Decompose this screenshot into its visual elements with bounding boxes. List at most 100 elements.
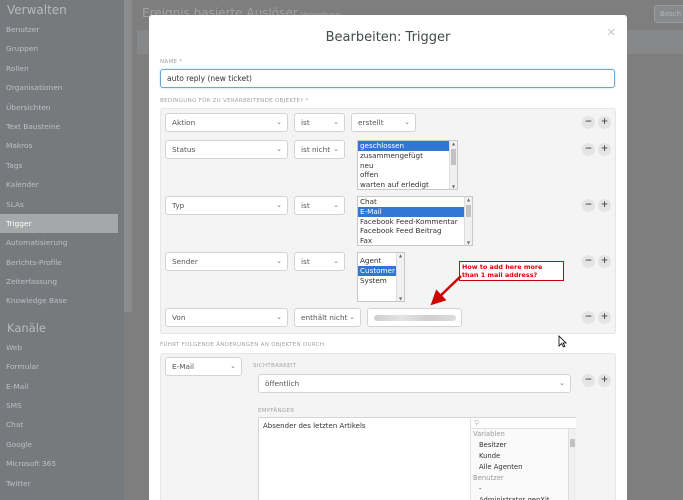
add-condition-button[interactable]: + [598,199,611,212]
sidebar-item-übersichten[interactable]: Übersichten [0,98,124,117]
listbox-option[interactable]: Chat [358,197,464,207]
listbox-option[interactable]: Fax [358,236,464,245]
recipient-option[interactable]: - [471,484,576,495]
listbox-option[interactable]: Facebook Feed-Kommentar [358,217,464,227]
sidebar-item-formular[interactable]: Formular [0,357,124,376]
sender-address-input[interactable] [367,308,462,327]
condition-operator-select[interactable]: enthält nicht ⌄ [294,308,361,327]
condition-attribute-select[interactable]: Typ ⌄ [165,196,288,215]
sidebar-item-slas[interactable]: SLAs [0,195,124,214]
recipient-group-heading: Variablen [473,430,505,438]
condition-value-select[interactable]: erstellt ⌄ [351,113,416,132]
chevron-down-icon: ⌄ [276,118,282,126]
condition-attribute-select[interactable]: Status ⌄ [165,140,288,159]
sidebar-item-benutzer[interactable]: Benutzer [0,20,124,39]
sidebar-item-e-mail[interactable]: E-Mail [0,377,124,396]
chevron-down-icon: ⌄ [333,118,339,126]
status-listbox[interactable]: geschlossen zusammengefügt neu offen warten … [357,140,458,190]
remove-action-button[interactable]: − [582,374,595,387]
listbox-option[interactable]: Agent [358,256,396,266]
remove-condition-button[interactable]: − [582,143,595,156]
recipient-option[interactable]: Administrator genXit [471,495,576,500]
recipient-option[interactable]: Besitzer [471,440,576,451]
edit-trigger-modal: Bearbeiten: Trigger ✕ NAME * auto reply … [149,15,627,500]
sidebar-item-tags[interactable]: Tags [0,156,124,175]
manage-heading: Verwalten [7,3,67,17]
add-condition-button[interactable]: + [598,255,611,268]
sidebar-item-makros[interactable]: Makros [0,136,124,155]
listbox-option[interactable]: Customer [358,265,396,276]
remove-condition-button[interactable]: − [582,116,595,129]
mouse-cursor-icon [558,335,567,348]
sender-listbox[interactable]: Agent Customer System ▲ ▼ [357,252,405,302]
recipient-search-input[interactable]: ⚲ [471,418,576,429]
chevron-down-icon: ⌄ [333,145,339,153]
sidebar-item-berichts-profile[interactable]: Berichts-Profile [0,253,124,272]
listbox-option[interactable]: System [358,276,396,286]
name-input[interactable]: auto reply (new ticket) [160,69,615,88]
sidebar-item-sms[interactable]: SMS [0,396,124,415]
condition-attribute-select[interactable]: Von ⌄ [165,308,288,327]
sidebar-scrollbar[interactable] [124,0,132,312]
chevron-down-icon: ⌄ [276,145,282,153]
add-condition-button[interactable]: + [598,311,611,324]
sidebar-item-web[interactable]: Web [0,338,124,357]
name-label: NAME * [160,59,183,65]
sidebar-item-knowledge-base[interactable]: Knowledge Base [0,291,124,310]
listbox-option[interactable]: zusammengefügt [358,151,449,161]
condition-attribute-select[interactable]: Aktion ⌄ [165,113,288,132]
condition-operator-select[interactable]: ist ⌄ [294,252,345,271]
add-condition-button[interactable]: + [598,116,611,129]
chevron-down-icon: ⌄ [276,201,282,209]
sidebar-item-text-bausteine[interactable]: Text Bausteine [0,117,124,136]
add-action-button[interactable]: + [598,374,611,387]
type-listbox[interactable]: Chat E-Mail Facebook Feed-Kommentar Faceboo… [357,196,473,246]
condition-operator-select[interactable]: ist nicht ⌄ [294,140,345,159]
background-top-button[interactable]: Besch [654,5,683,23]
listbox-option[interactable]: warten auf erledigt [358,180,449,189]
sidebar-item-rollen[interactable]: Rollen [0,59,124,78]
add-condition-button[interactable]: + [598,143,611,156]
sidebar-item-twitter[interactable]: Twitter [0,474,124,493]
visibility-label: SICHTBARKEIT [253,363,297,369]
remove-condition-button[interactable]: − [582,199,595,212]
sidebar-item-gruppen[interactable]: Gruppen [0,39,124,58]
sidebar-item-organisationen[interactable]: Organisationen [0,78,124,97]
conditions-label: BEDINGUNG FÜR ZU VERARBEITENDE OBJEKTE? … [160,98,309,104]
action-settings-panel: SICHTBARKEIT öffentlich ⌄ EMPFÄNGER Absen… [253,360,576,500]
listbox-option[interactable]: offen [358,170,449,180]
manage-nav-list: Benutzer Gruppen Rollen Organisationen Übers… [0,20,124,311]
sidebar-item-microsoft-365[interactable]: Microsoft 365 [0,454,124,473]
close-icon[interactable]: ✕ [607,26,616,39]
recipient-options-list[interactable]: ⚲ Variablen Besitzer Kunde Alle Agenten Benu… [470,418,576,500]
listbox-option[interactable]: Facebook Feed Beitrag [358,226,464,236]
recipient-selected-item[interactable]: Absender des letzten Artikels [263,422,366,430]
recipient-scrollbar[interactable] [568,429,576,500]
listbox-scrollbar[interactable]: ▲ ▼ [464,197,472,245]
condition-operator-select[interactable]: ist ⌄ [294,113,345,132]
conditions-box: Aktion ⌄ ist ⌄ erstellt ⌄ − + Status ⌄ ist n… [160,108,616,334]
listbox-scrollbar[interactable]: ▲ ▼ [396,253,404,301]
listbox-option[interactable]: neu [358,161,449,171]
sidebar-item-chat[interactable]: Chat [0,415,124,434]
condition-attribute-select[interactable]: Sender ⌄ [165,252,288,271]
sidebar-item-google[interactable]: Google [0,435,124,454]
chevron-down-icon: ⌄ [230,362,236,370]
sidebar-item-automatisierung[interactable]: Automatisierung [0,233,124,252]
action-type-select[interactable]: E-Mail ⌄ [165,357,242,376]
chevron-down-icon: ⌄ [349,313,355,321]
chevron-down-icon: ⌄ [276,257,282,265]
listbox-scrollbar[interactable]: ▲ ▼ [449,141,457,189]
recipient-group-heading: Benutzer [473,474,504,482]
sidebar-item-trigger[interactable]: Trigger [0,213,118,234]
recipient-option[interactable]: Alle Agenten [471,462,576,473]
listbox-option[interactable]: E-Mail [358,206,464,217]
visibility-select[interactable]: öffentlich ⌄ [258,374,571,393]
condition-operator-select[interactable]: ist ⌄ [294,196,345,215]
recipient-option[interactable]: Kunde [471,451,576,462]
sidebar-item-zeiterfassung[interactable]: Zeiterfassung [0,272,124,291]
remove-condition-button[interactable]: − [582,311,595,324]
sidebar-item-kalender[interactable]: Kalender [0,175,124,194]
remove-condition-button[interactable]: − [582,255,595,268]
listbox-option[interactable]: geschlossen [358,141,449,151]
